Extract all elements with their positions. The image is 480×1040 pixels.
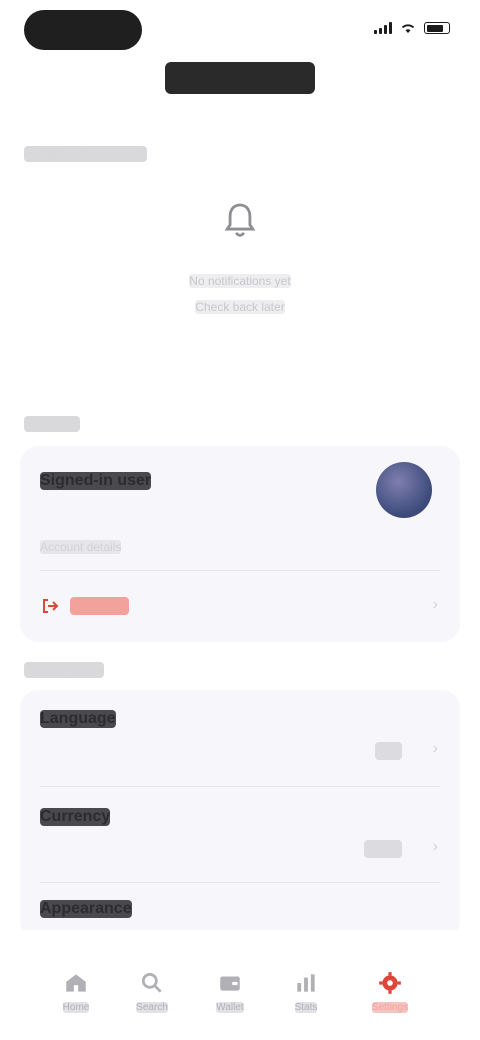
bell-icon xyxy=(224,203,256,237)
empty-state: No notifications yet Check back later xyxy=(0,200,480,314)
chevron-right-icon: › xyxy=(432,740,438,757)
preferences-card: Language EN › Currency USD › Appearance xyxy=(20,690,460,940)
tab-wallet[interactable]: Wallet xyxy=(200,970,260,1013)
tab-label: Search xyxy=(136,1002,168,1013)
page-title: Settings xyxy=(165,62,315,94)
status-icons xyxy=(374,22,450,34)
account-name: Signed-in user xyxy=(40,472,152,490)
tab-search[interactable]: Search xyxy=(122,970,182,1013)
logout-button[interactable]: Log out xyxy=(40,596,129,616)
status-time-pill xyxy=(24,10,142,50)
settings-icon xyxy=(379,972,401,994)
battery-icon xyxy=(424,22,450,34)
tab-settings[interactable]: Settings xyxy=(360,970,420,1013)
account-detail: Account details xyxy=(40,540,122,554)
status-bar xyxy=(0,0,480,60)
search-icon xyxy=(141,972,162,993)
preference-label: Currency xyxy=(40,808,111,826)
account-row[interactable]: Signed-in user Account details xyxy=(20,446,460,554)
signal-icon xyxy=(374,22,392,34)
home-icon xyxy=(66,974,86,992)
logout-icon xyxy=(43,599,59,613)
logout-label: Log out xyxy=(70,597,129,615)
empty-state-subtext: Check back later xyxy=(195,300,285,314)
tab-label: Stats xyxy=(294,1002,318,1013)
section-label-notifications: Notification center xyxy=(24,146,147,162)
avatar[interactable] xyxy=(376,462,432,518)
tab-label: Home xyxy=(62,1002,90,1013)
preference-value: USD xyxy=(364,840,402,858)
preference-item-language[interactable]: Language EN › xyxy=(20,690,460,786)
wallet-icon xyxy=(220,976,240,991)
preference-item-currency[interactable]: Currency USD › xyxy=(20,786,460,882)
tab-home[interactable]: Home xyxy=(46,970,106,1013)
empty-state-text: No notifications yet xyxy=(189,274,291,288)
preference-label: Language xyxy=(40,710,116,728)
preference-label: Appearance xyxy=(40,900,132,918)
tab-label: Wallet xyxy=(216,1002,244,1013)
section-label-account: Account xyxy=(24,416,80,432)
preference-value: EN xyxy=(374,742,402,760)
chevron-right-icon: › xyxy=(432,838,438,855)
section-label-preferences: Preferences xyxy=(24,662,105,678)
wifi-icon xyxy=(401,24,415,33)
chevron-right-icon: › xyxy=(432,596,438,613)
tab-stats[interactable]: Stats xyxy=(276,970,336,1013)
account-card: Signed-in user Account details Log out › xyxy=(20,446,460,642)
chart-icon xyxy=(297,974,315,992)
header: Settings xyxy=(0,62,480,94)
logout-row[interactable]: Log out › xyxy=(20,584,460,628)
divider xyxy=(40,570,440,571)
tab-label: Settings xyxy=(371,1002,409,1013)
tab-bar: Home Search Wallet Stats Settings xyxy=(0,930,480,1040)
